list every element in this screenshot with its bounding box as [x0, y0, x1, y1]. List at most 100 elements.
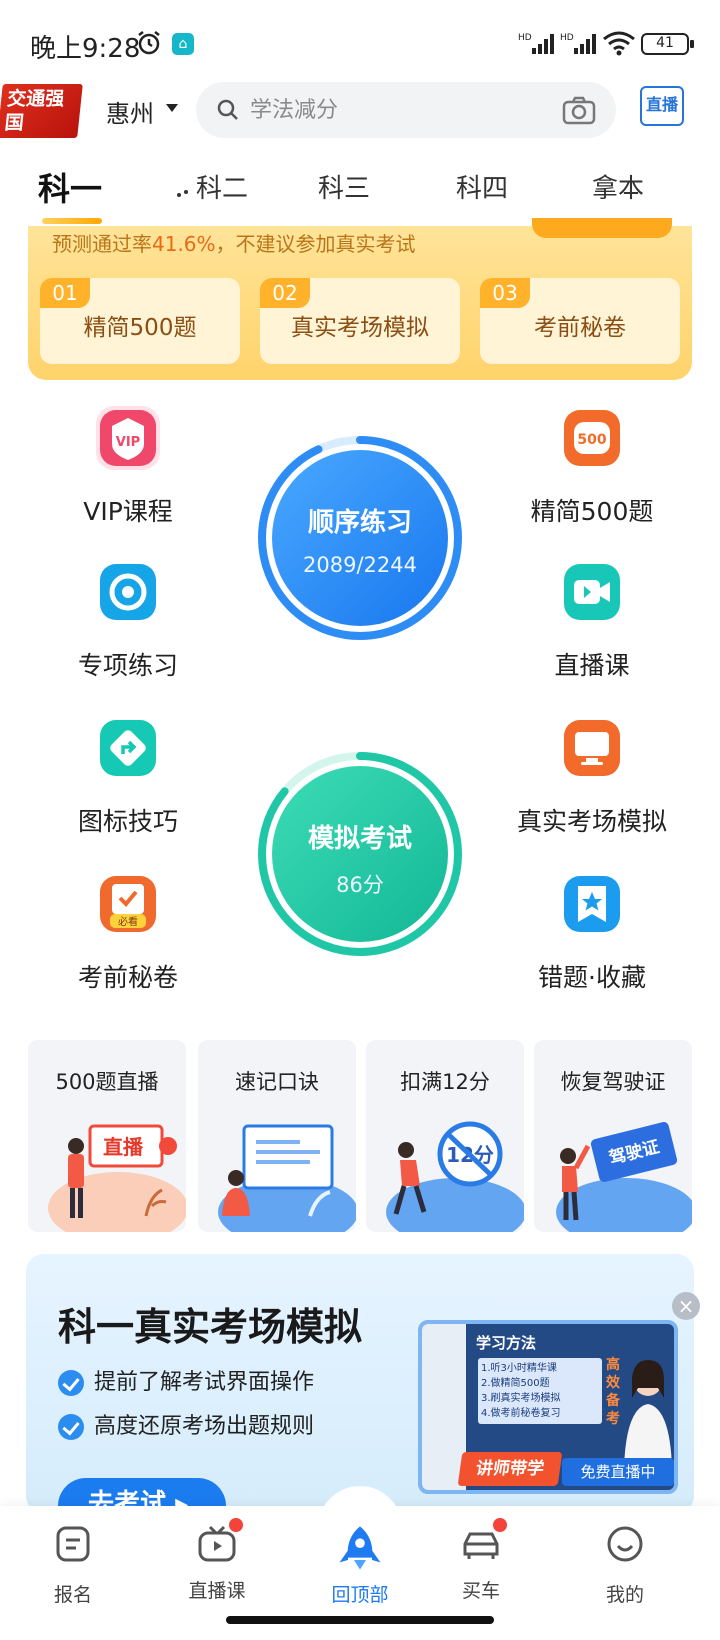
car-icon — [461, 1518, 507, 1564]
tab-subject-3[interactable]: 科三 — [318, 168, 370, 205]
nav-me[interactable]: 我的 — [570, 1524, 680, 1607]
sequence-progress-text: 2089/2244 — [303, 553, 417, 577]
notification-dot — [493, 1518, 507, 1532]
camera-icon[interactable] — [562, 95, 596, 125]
tab-subject-4[interactable]: 科四 — [456, 168, 508, 205]
grid-500-questions[interactable]: 500 精简500题 — [492, 406, 692, 528]
grid-label: 真实考场模拟 — [516, 807, 667, 836]
header: 交通强国 惠州 直播 — [0, 80, 720, 140]
app-logo: 交通强国 — [0, 84, 83, 138]
star-bookmark-icon — [560, 872, 624, 936]
prediction-tile-mock[interactable]: 02 真实考场模拟 — [260, 278, 460, 364]
live-video-thumbnail[interactable]: 学习方法 1.听3小时精华课 2.做精简500题 3.刷真实考场模拟 4.做考前… — [418, 1320, 678, 1494]
svg-text:VIP: VIP — [116, 435, 140, 450]
check-icon — [58, 1370, 84, 1396]
nav-label: 回顶部 — [331, 1584, 389, 1606]
feature-title: 扣满12分 — [400, 1070, 490, 1094]
grid-label: VIP课程 — [83, 497, 173, 526]
svg-text:HD: HD — [560, 33, 574, 43]
chevron-down-icon[interactable] — [166, 104, 178, 112]
live-illustration: 直播 — [48, 1124, 186, 1232]
nav-label: 报名 — [53, 1584, 92, 1606]
sign-arrow-icon — [96, 716, 160, 780]
feature-12-points[interactable]: 扣满12分 12分 — [366, 1040, 524, 1232]
alarm-icon — [138, 31, 160, 55]
feature-title: 恢复驾驶证 — [560, 1070, 666, 1094]
search-input[interactable] — [250, 90, 550, 130]
nav-back-to-top[interactable]: 回顶部 — [305, 1524, 415, 1607]
notification-dot — [229, 1518, 243, 1532]
nav-buy-car[interactable]: 买车 — [426, 1518, 536, 1603]
points-illustration: 12分 — [386, 1121, 524, 1232]
tab-subject-1[interactable]: 科一 — [38, 164, 102, 210]
promo-point: 高度还原考场出题规则 — [58, 1408, 314, 1440]
target-icon — [96, 560, 160, 624]
feature-title: 500题直播 — [55, 1070, 159, 1094]
grid-sign-tips[interactable]: 图标技巧 — [28, 716, 228, 838]
tile-label: 真实考场模拟 — [291, 315, 429, 341]
grid-label: 直播课 — [554, 651, 630, 680]
prediction-text: 预测通过率41.6%，不建议参加真实考试 — [52, 232, 416, 256]
live-button[interactable]: 直播 — [640, 86, 684, 126]
signal-icon: HD — [518, 33, 554, 54]
prediction-card: 预测通过率41.6%，不建议参加真实考试 01 精简500题 02 真实考场模拟… — [28, 218, 692, 380]
mock-exam-button[interactable]: 模拟考试 86分 — [254, 748, 466, 960]
svg-text:HD: HD — [518, 33, 532, 43]
grid-special-practice[interactable]: 专项练习 — [28, 560, 228, 682]
tile-number: 03 — [480, 278, 530, 308]
video-steps: 1.听3小时精华课 2.做精简500题 3.刷真实考场模拟 4.做考前秘卷复习 — [478, 1358, 602, 1424]
grid-vip-course[interactable]: VIP VIP课程 — [28, 406, 228, 528]
grid-label: 精简500题 — [530, 497, 654, 526]
nav-label: 买车 — [461, 1580, 500, 1602]
exam-paper-icon: 必看 — [96, 872, 160, 936]
close-icon[interactable]: × — [672, 1292, 700, 1320]
feature-500-live[interactable]: 500题直播 直播 — [28, 1040, 186, 1232]
video-title: 学习方法 — [476, 1334, 537, 1352]
prediction-tile-500[interactable]: 01 精简500题 — [40, 278, 240, 364]
nav-register[interactable]: 报名 — [18, 1524, 128, 1607]
status-time: 晚上9:28 — [30, 34, 141, 64]
prediction-tile-secret[interactable]: 03 考前秘卷 — [480, 278, 680, 364]
form-icon — [56, 1526, 90, 1562]
city-selector[interactable]: 惠州 — [106, 94, 154, 129]
battery-icon: 41 — [641, 33, 694, 55]
tv-icon — [197, 1518, 243, 1564]
tab-get-license[interactable]: 拿本 — [592, 168, 644, 205]
video-banner: 讲师带学 — [457, 1452, 563, 1486]
promo-title: 科一真实考场模拟 — [58, 1305, 363, 1349]
mock-score: 86分 — [336, 873, 384, 897]
grid-label: 图标技巧 — [77, 807, 178, 836]
study-illustration — [218, 1124, 356, 1232]
mock-circle-face: 模拟考试 86分 — [272, 766, 448, 942]
promo-point: 提前了解考试界面操作 — [58, 1364, 314, 1396]
sequence-title: 顺序练习 — [307, 508, 412, 538]
wifi-icon — [603, 31, 635, 56]
svg-text:直播: 直播 — [103, 1135, 144, 1159]
home-indicator[interactable] — [226, 1616, 494, 1624]
signal-icon: HD — [560, 33, 596, 54]
sequence-practice-button[interactable]: 顺序练习 2089/2244 — [254, 432, 466, 644]
search-bar[interactable] — [196, 82, 616, 138]
grid-label: 考前秘卷 — [77, 963, 178, 992]
tile-label: 考前秘卷 — [534, 315, 626, 341]
monitor-icon — [560, 716, 624, 780]
search-icon — [217, 99, 238, 120]
video-icon — [560, 560, 624, 624]
feature-restore-license[interactable]: 恢复驾驶证 驾驶证 — [534, 1040, 692, 1232]
prediction-action-button[interactable] — [532, 218, 672, 238]
500-icon: 500 — [560, 406, 624, 470]
tab-subject-2[interactable]: 科二 — [196, 168, 248, 205]
feature-mnemonics[interactable]: 速记口诀 — [198, 1040, 356, 1232]
smile-icon — [607, 1526, 643, 1562]
nav-live-course[interactable]: 直播课 — [162, 1518, 272, 1603]
video-live-badge: 免费直播中 — [562, 1458, 674, 1486]
grid-real-exam-sim[interactable]: 真实考场模拟 — [492, 716, 692, 838]
nav-label: 我的 — [605, 1584, 644, 1606]
svg-text:必看: 必看 — [118, 915, 138, 928]
promo-banner[interactable]: 科一真实考场模拟 提前了解考试界面操作 高度还原考场出题规则 去考试 ▸ 学习方… — [26, 1254, 694, 1514]
license-illustration: 驾驶证 — [556, 1122, 692, 1232]
tile-number: 01 — [40, 278, 90, 308]
grid-exam-secret[interactable]: 必看 考前秘卷 — [28, 872, 228, 994]
grid-live-course[interactable]: 直播课 — [492, 560, 692, 682]
grid-mistakes-favorites[interactable]: 错题·收藏 — [492, 872, 692, 994]
